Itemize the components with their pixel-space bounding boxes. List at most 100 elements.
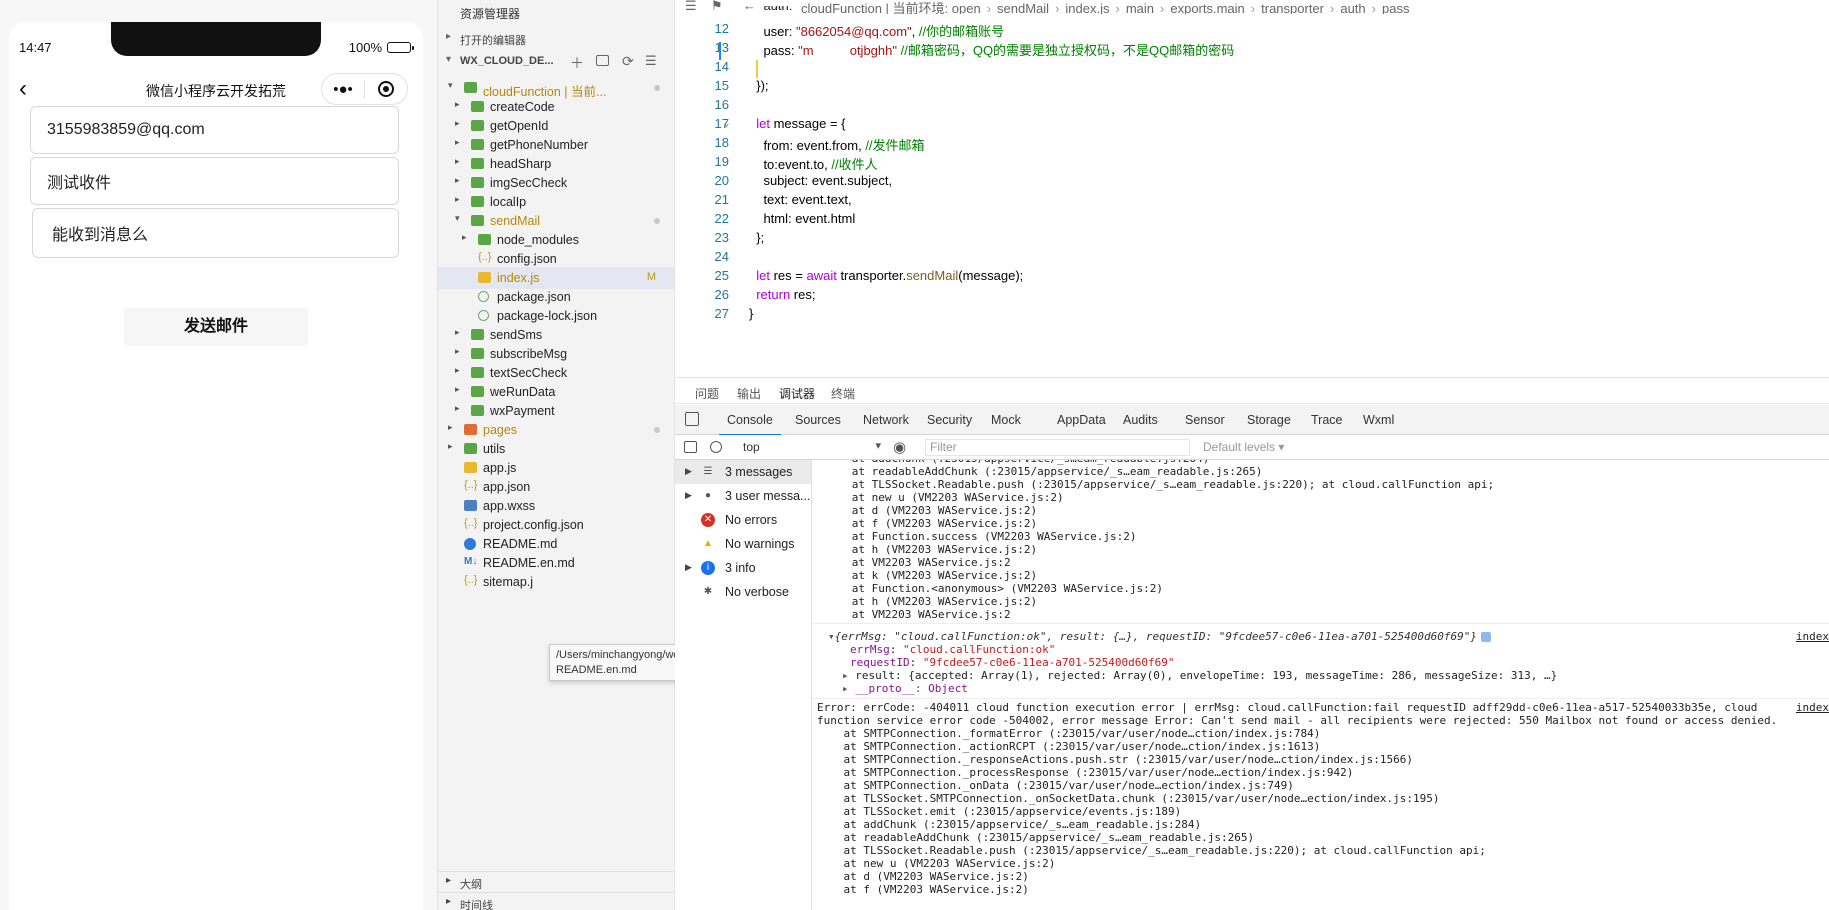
outline-section[interactable]: ▸ 大纲 xyxy=(438,871,674,891)
filter-input[interactable]: Filter xyxy=(925,439,1190,456)
chevron-right-icon: ▸ xyxy=(455,403,460,413)
sidebar-toggle-icon[interactable] xyxy=(684,441,697,453)
line-number: 14 xyxy=(714,59,729,74)
code-token: from: event.from, xyxy=(749,138,866,153)
console-filter-label: No warnings xyxy=(725,537,795,551)
devtools-tab-wxml[interactable]: Wxml xyxy=(1363,413,1394,427)
new-file-icon[interactable]: ＋ xyxy=(570,53,584,73)
devtools-tab-network[interactable]: Network xyxy=(863,413,909,427)
code-text: return res; xyxy=(749,287,815,302)
code-text: }); xyxy=(749,78,768,93)
code-token: //发件邮箱 xyxy=(865,138,925,153)
devtools-tab-security[interactable]: Security xyxy=(927,413,972,427)
new-folder-icon[interactable] xyxy=(596,55,609,66)
console-object-summary[interactable]: ▾{errMsg: "cloud.callFunction:ok", resul… xyxy=(828,630,1829,643)
console-line: at readableAddChunk (:23015/appservice/_… xyxy=(812,465,1263,478)
tree-item-label: imgSecCheck xyxy=(490,176,568,190)
refresh-icon[interactable]: ⟳ xyxy=(622,53,634,70)
console-filter-item[interactable]: ▶ ● 3 user messa... xyxy=(675,484,811,508)
devtools-panel: 问题 输出 调试器 终端 Console Sources Network Security M… xyxy=(675,377,1829,910)
console-line: at d (VM2203 WAService.js:2) xyxy=(812,504,1038,517)
folder-icon xyxy=(471,405,484,416)
inspect-icon[interactable] xyxy=(685,412,699,426)
collapse-all-icon[interactable]: ☰ xyxy=(645,53,657,69)
code-text: } xyxy=(749,306,753,321)
object-proto[interactable]: ▸ __proto__: Object xyxy=(842,682,1829,695)
console-line: at f (VM2203 WAService.js:2) xyxy=(817,883,1029,896)
send-mail-button[interactable]: 发送邮件 xyxy=(124,308,308,346)
folder-icon xyxy=(471,158,484,169)
code-token: otjbghh" xyxy=(849,43,897,58)
content-field[interactable]: 能收到消息么 xyxy=(32,208,399,258)
email-field[interactable]: 3155983859@qq.com xyxy=(30,106,399,154)
mini-program-capsule: •●• xyxy=(321,73,408,105)
devtools-tab-sensor[interactable]: Sensor xyxy=(1185,413,1225,427)
levels-select[interactable]: Default levels ▾ xyxy=(1203,440,1284,454)
panel-tab[interactable]: 问题 xyxy=(695,385,719,402)
code-line: auth: xyxy=(675,6,1829,16)
devtools-tab-sources[interactable]: Sources xyxy=(795,413,841,427)
devtools-tab-console[interactable]: Console xyxy=(719,413,781,436)
panel-tab[interactable]: 输出 xyxy=(737,385,761,402)
workspace-section[interactable]: ▾ WX_CLOUD_DE... ＋ ⟳ ☰ xyxy=(438,52,674,72)
console-filter-item[interactable]: ✕ No errors xyxy=(675,508,811,532)
object-property: requestID: "9fcdee57-c0e6-11ea-a701-5254… xyxy=(850,656,1829,669)
code-token: } xyxy=(749,306,754,321)
console-filter-item[interactable]: ▲ No warnings xyxy=(675,532,811,556)
js-file-icon xyxy=(478,272,491,283)
console-line: at Function.success (VM2203 WAService.js… xyxy=(812,530,1137,543)
source-link[interactable]: index xyxy=(1796,630,1829,643)
clear-console-icon[interactable] xyxy=(710,441,722,453)
code-token: res; xyxy=(790,287,816,302)
context-select[interactable]: top xyxy=(743,439,881,455)
panel-tab[interactable]: 终端 xyxy=(831,385,855,402)
levels-label: Default levels xyxy=(1203,440,1276,454)
chevron-right-icon: ▸ xyxy=(455,137,460,147)
timeline-section[interactable]: ▸ 时间线 xyxy=(438,892,674,910)
console-filter-item[interactable]: ▶ i 3 info xyxy=(675,556,811,580)
source-link[interactable]: index xyxy=(1796,701,1829,714)
console-output: at addChunk (:23015/appservice/_s…eam_re… xyxy=(812,460,1829,910)
timeline-label: 时间线 xyxy=(460,900,493,910)
console-filter-label: 3 info xyxy=(725,561,756,575)
code-token: let xyxy=(749,116,770,131)
devtools-tab-audits[interactable]: Audits xyxy=(1123,413,1158,427)
tree-item-label: wxPayment xyxy=(490,404,555,418)
open-editors-section[interactable]: ▸ 打开的编辑器 xyxy=(438,29,674,49)
fold-chevron-icon[interactable]: ⌄ xyxy=(723,116,730,129)
folder-icon xyxy=(471,120,484,131)
code-token: text: event.text, xyxy=(749,192,852,207)
code-text: from: event.from, //发件邮箱 xyxy=(749,135,925,154)
eye-icon[interactable]: ◉ xyxy=(893,438,906,456)
console-filter-item[interactable]: ▶ ☰ 3 messages xyxy=(675,460,811,484)
chevron-right-icon: ▸ xyxy=(455,118,460,128)
code-token: pass: xyxy=(749,43,799,58)
devtools-tab-mock[interactable]: Mock xyxy=(991,413,1021,427)
chevron-right-icon: ▸ xyxy=(842,682,856,695)
object-result[interactable]: ▸ result: {accepted: Array(1), rejected:… xyxy=(842,669,1829,682)
panel-tab[interactable]: 调试器 xyxy=(779,385,816,410)
status-dot xyxy=(654,85,660,91)
tree-item[interactable]: {..} sitemap.j xyxy=(438,571,674,593)
subject-value: 测试收件 xyxy=(47,175,112,192)
subject-field[interactable]: 测试收件 xyxy=(30,157,399,205)
code-text: }; xyxy=(749,230,764,245)
code-text: auth: xyxy=(749,6,796,13)
devtools-tab-storage[interactable]: Storage xyxy=(1247,413,1291,427)
tree-item-label: app.wxss xyxy=(483,499,536,513)
console-filter-item[interactable]: ✱ No verbose xyxy=(675,580,811,604)
line-number: 21 xyxy=(714,192,729,207)
folder-icon xyxy=(464,82,477,93)
target-circle-icon[interactable] xyxy=(365,74,407,104)
console-toolbar: top ◉ Filter Default levels ▾ xyxy=(675,435,1829,460)
package-icon xyxy=(478,310,489,321)
code-text: html: event.html xyxy=(749,211,855,226)
devtools-tab-trace[interactable]: Trace xyxy=(1311,413,1343,427)
tree-item-label: utils xyxy=(483,442,506,456)
console-line: at SMTPConnection._onData (:23015/var/us… xyxy=(817,779,1294,792)
css-file-icon xyxy=(464,500,477,511)
devtools-tab-appdata[interactable]: AppData xyxy=(1057,413,1106,427)
phone-screen: 14:47 100% ‹ 微信小程序云开发拓荒 •●• 3155983859@q… xyxy=(9,22,423,910)
more-dots-icon[interactable]: •●• xyxy=(322,74,364,104)
